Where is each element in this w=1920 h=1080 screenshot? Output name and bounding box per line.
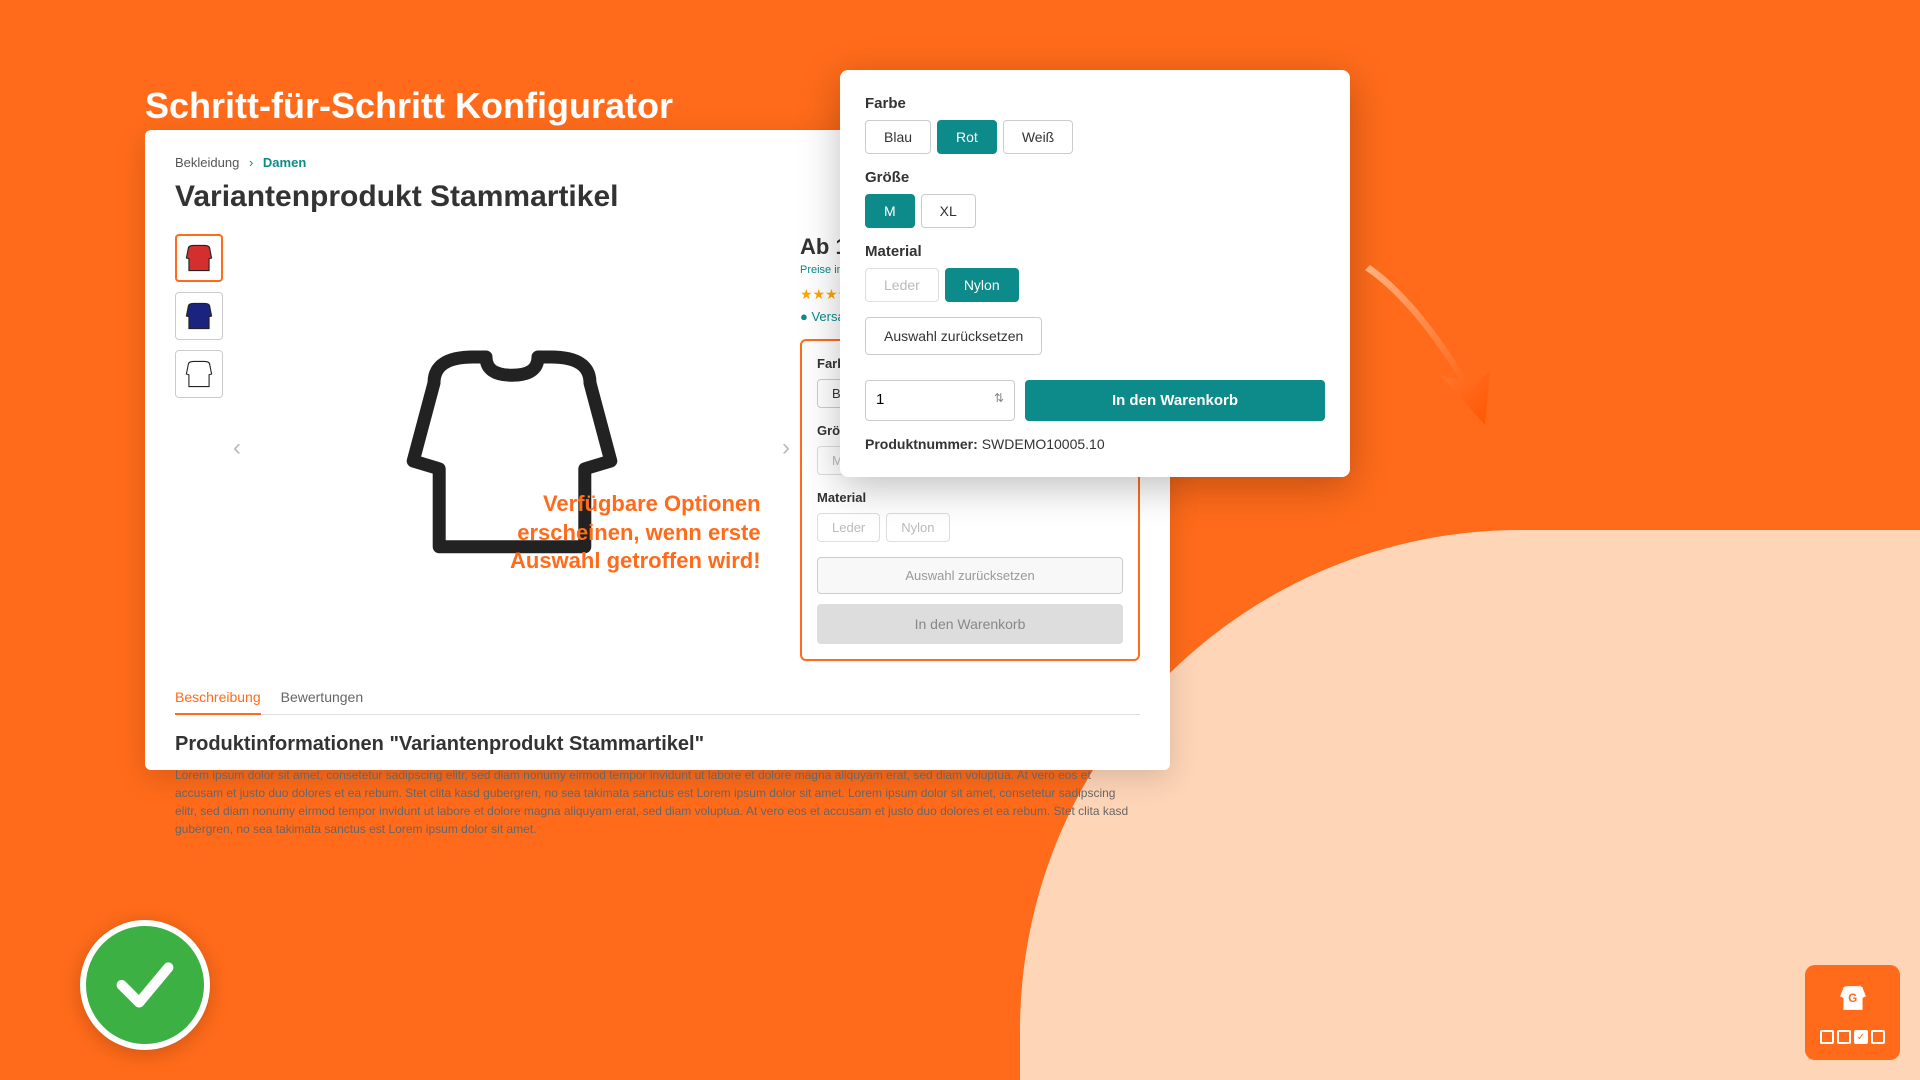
arrow-icon: [1350, 260, 1510, 440]
popup-size-label: Größe: [865, 169, 1325, 186]
reset-button[interactable]: Auswahl zurücksetzen: [817, 557, 1123, 594]
quantity-stepper[interactable]: 1: [865, 380, 1015, 421]
description-text: Lorem ipsum dolor sit amet, consetetur s…: [175, 766, 1140, 838]
breadcrumb-current[interactable]: Damen: [263, 155, 306, 170]
thumbnail-blue[interactable]: [175, 292, 223, 340]
popup-color-label: Farbe: [865, 95, 1325, 112]
popup-size-xl-button[interactable]: XL: [921, 194, 976, 228]
image-prev-icon[interactable]: ‹: [233, 434, 241, 462]
popup-color-white-button[interactable]: Weiß: [1003, 120, 1073, 154]
cart-button-disabled: In den Warenkorb: [817, 604, 1123, 644]
configurator-popup: Farbe Blau Rot Weiß Größe M XL Material …: [840, 70, 1350, 477]
tab-reviews[interactable]: Bewertungen: [281, 681, 364, 714]
popup-reset-button[interactable]: Auswahl zurücksetzen: [865, 317, 1042, 355]
popup-cart-button[interactable]: In den Warenkorb: [1025, 380, 1325, 421]
callout-options: Verfügbare Optionen erscheinen, wenn ers…: [510, 490, 761, 576]
popup-material-nylon-button[interactable]: Nylon: [945, 268, 1019, 302]
svg-text:G: G: [1848, 993, 1857, 1005]
badge-boxes: ✓: [1820, 1030, 1885, 1044]
page-heading: Schritt-für-Schritt Konfigurator: [145, 85, 673, 127]
product-number: Produktnummer: SWDEMO10005.10: [865, 436, 1325, 452]
svg-text:+: +: [1857, 983, 1863, 994]
breadcrumb-root[interactable]: Bekleidung: [175, 155, 239, 170]
popup-material-label: Material: [865, 243, 1325, 260]
thumbnail-red[interactable]: [175, 234, 223, 282]
thumbnail-list: [175, 234, 223, 661]
description-heading: Produktinformationen "Variantenprodukt S…: [175, 733, 1140, 756]
popup-material-leather-button: Leder: [865, 268, 939, 302]
product-image: ‹ ›: [243, 234, 780, 661]
popup-color-blue-button[interactable]: Blau: [865, 120, 931, 154]
success-check-icon: [80, 920, 210, 1050]
tabs: Beschreibung Bewertungen: [175, 681, 1140, 715]
tab-description[interactable]: Beschreibung: [175, 681, 261, 715]
shirt-icon: G+: [1833, 981, 1873, 1024]
thumbnail-white[interactable]: [175, 350, 223, 398]
image-next-icon[interactable]: ›: [782, 434, 790, 462]
popup-size-m-button[interactable]: M: [865, 194, 915, 228]
popup-color-red-button[interactable]: Rot: [937, 120, 997, 154]
callout-cart: Warenkorb erscheint, sobald Konfiguratio…: [1400, 175, 1645, 269]
app-badge-icon: G+ ✓: [1805, 965, 1900, 1060]
material-nylon-button: Nylon: [886, 513, 949, 542]
breadcrumb-separator: ›: [249, 155, 253, 170]
material-label: Material: [817, 490, 1123, 505]
material-leather-button: Leder: [817, 513, 880, 542]
